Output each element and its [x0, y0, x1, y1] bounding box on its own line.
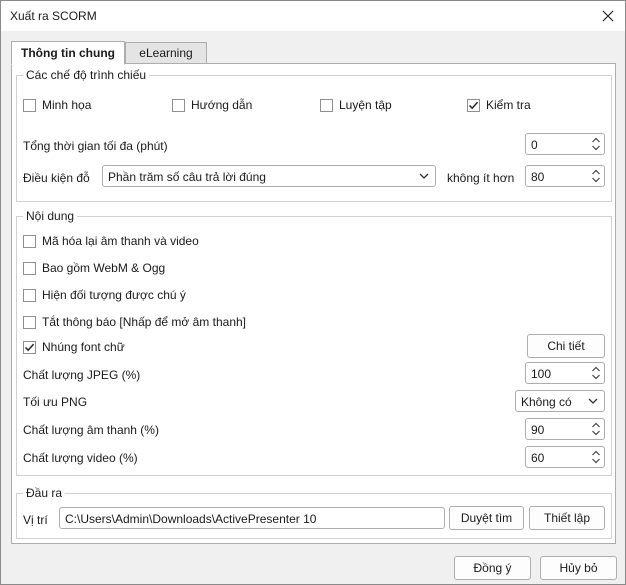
embed-fonts-checkbox[interactable]: Nhúng font chữ — [23, 339, 125, 355]
mode-test-label: Kiểm tra — [486, 98, 531, 112]
close-icon — [602, 10, 614, 22]
audio-quality-spinner[interactable]: 90 — [525, 418, 605, 440]
checkbox-box — [320, 98, 333, 112]
pass-condition-select[interactable]: Phần trăm số câu trả lời đúng — [102, 165, 436, 187]
spinner-arrows-icon[interactable] — [591, 421, 601, 437]
png-optimize-value: Không có — [521, 395, 572, 409]
checkbox-box — [172, 98, 185, 112]
png-optimize-label: Tối ưu PNG — [23, 395, 88, 409]
tab-panel-general: Các chế độ trình chiếu Minh họa Hướng dẫ… — [11, 63, 616, 544]
tab-general[interactable]: Thông tin chung — [11, 41, 125, 65]
mode-tutorial-label: Hướng dẫn — [191, 98, 253, 112]
presentation-modes-group: Các chế độ trình chiếu Minh họa Hướng dẫ… — [16, 68, 612, 202]
font-details-button[interactable]: Chi tiết — [527, 334, 605, 358]
close-button[interactable] — [591, 1, 625, 31]
embed-fonts-label: Nhúng font chữ — [42, 340, 125, 354]
mode-illustration-label: Minh họa — [42, 98, 92, 112]
checkbox-box — [23, 340, 36, 354]
checkbox-box — [23, 261, 36, 275]
browse-button[interactable]: Duyệt tìm — [449, 506, 524, 530]
audio-quality-label: Chất lượng âm thanh (%) — [23, 423, 159, 437]
video-quality-label: Chất lượng video (%) — [23, 451, 138, 465]
content-group-label: Nội dung — [23, 209, 78, 223]
spinner-arrows-icon[interactable] — [591, 365, 601, 381]
presentation-modes-label: Các chế độ trình chiếu — [23, 68, 150, 82]
checkbox-box — [23, 288, 36, 302]
tab-elearning[interactable]: eLearning — [125, 42, 207, 64]
show-focused-object-label: Hiện đối tượng được chú ý — [42, 288, 186, 302]
reencode-media-label: Mã hóa lại âm thanh và video — [42, 234, 199, 248]
check-icon — [24, 343, 35, 351]
mode-test-checkbox[interactable]: Kiểm tra — [467, 97, 531, 113]
spinner-arrows-icon[interactable] — [591, 168, 601, 184]
max-time-label: Tổng thời gian tối đa (phút) — [23, 139, 168, 153]
output-location-value: C:\Users\Admin\Downloads\ActivePresenter… — [65, 512, 317, 526]
include-webm-ogg-label: Bao gồm WebM & Ogg — [42, 261, 166, 275]
disable-unmute-notice-label: Tắt thông báo [Nhấp để mở âm thanh] — [42, 315, 246, 329]
export-scorm-dialog: Xuất ra SCORM Thông tin chung eLearning … — [0, 0, 626, 585]
spinner-arrows-icon[interactable] — [591, 136, 601, 152]
check-icon — [468, 101, 479, 109]
spinner-arrows-icon[interactable] — [591, 449, 601, 465]
pass-threshold-spinner[interactable]: 80 — [525, 165, 605, 187]
include-webm-ogg-checkbox[interactable]: Bao gồm WebM & Ogg — [23, 260, 165, 276]
output-group: Đầu ra Vị trí C:\Users\Admin\Downloads\A… — [16, 486, 612, 539]
max-time-spinner[interactable]: 0 — [525, 133, 605, 155]
output-location-field[interactable]: C:\Users\Admin\Downloads\ActivePresenter… — [59, 507, 445, 529]
jpeg-quality-value: 100 — [531, 367, 552, 381]
title-bar: Xuất ra SCORM — [1, 1, 625, 31]
max-time-value: 0 — [531, 138, 538, 152]
location-label: Vị trí — [23, 513, 48, 527]
jpeg-quality-spinner[interactable]: 100 — [525, 362, 605, 384]
not-less-than-label: không ít hơn — [447, 171, 515, 185]
checkbox-box — [23, 234, 36, 248]
ok-button[interactable]: Đồng ý — [454, 556, 531, 580]
mode-practice-checkbox[interactable]: Luyện tập — [320, 97, 392, 113]
window-title: Xuất ra SCORM — [10, 9, 97, 23]
mode-practice-label: Luyện tập — [339, 98, 392, 112]
cancel-button[interactable]: Hủy bỏ — [540, 556, 617, 580]
content-group: Nội dung Mã hóa lại âm thanh và video Ba… — [16, 209, 612, 476]
disable-unmute-notice-checkbox[interactable]: Tắt thông báo [Nhấp để mở âm thanh] — [23, 314, 246, 330]
video-quality-spinner[interactable]: 60 — [525, 446, 605, 468]
pass-threshold-value: 80 — [531, 170, 545, 184]
chevron-down-icon — [588, 398, 598, 404]
jpeg-quality-label: Chất lượng JPEG (%) — [23, 368, 141, 382]
output-settings-button[interactable]: Thiết lập — [529, 506, 605, 530]
show-focused-object-checkbox[interactable]: Hiện đối tượng được chú ý — [23, 287, 186, 303]
png-optimize-select[interactable]: Không có — [515, 390, 605, 412]
pass-condition-value: Phần trăm số câu trả lời đúng — [108, 170, 266, 184]
chevron-down-icon — [419, 173, 429, 179]
output-group-label: Đầu ra — [23, 486, 66, 500]
checkbox-box — [23, 98, 36, 112]
checkbox-box — [467, 98, 480, 112]
mode-illustration-checkbox[interactable]: Minh họa — [23, 97, 91, 113]
reencode-media-checkbox[interactable]: Mã hóa lại âm thanh và video — [23, 233, 199, 249]
audio-quality-value: 90 — [531, 423, 545, 437]
mode-tutorial-checkbox[interactable]: Hướng dẫn — [172, 97, 252, 113]
pass-condition-label: Điều kiện đỗ — [23, 171, 90, 185]
checkbox-box — [23, 315, 36, 329]
video-quality-value: 60 — [531, 451, 545, 465]
